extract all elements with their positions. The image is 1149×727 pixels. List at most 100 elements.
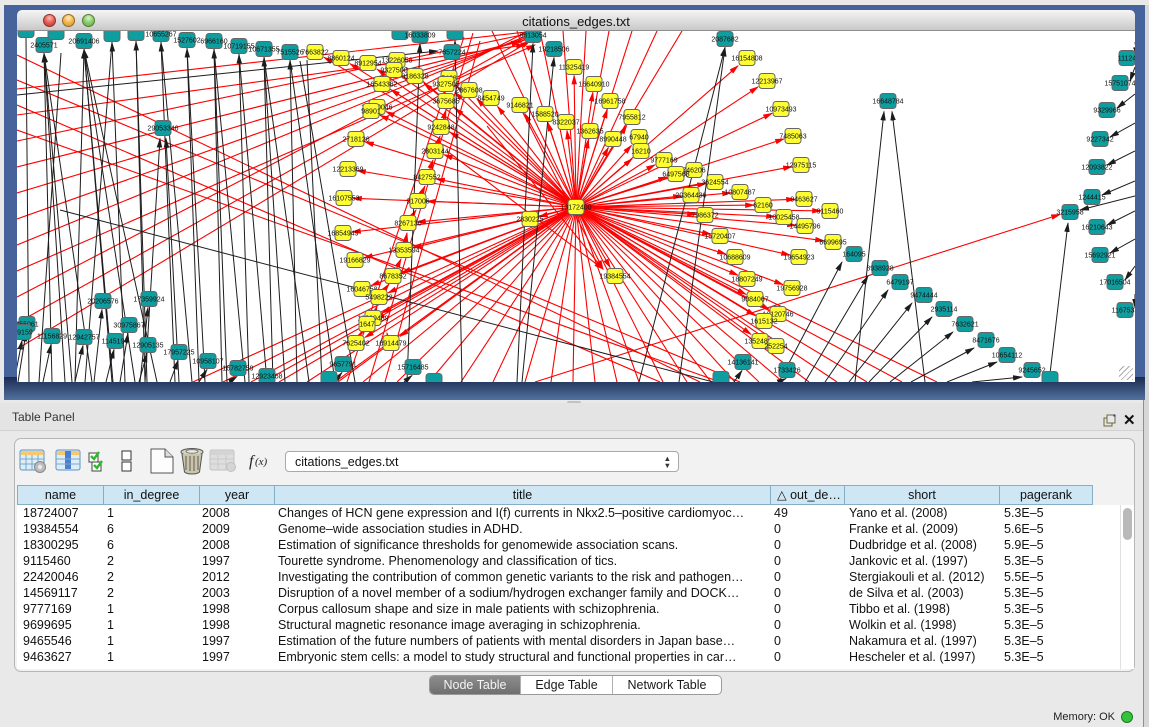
svg-text:10025458: 10025458 bbox=[768, 215, 799, 222]
svg-text:8990448: 8990448 bbox=[599, 137, 626, 144]
svg-text:12213369: 12213369 bbox=[332, 167, 363, 174]
svg-text:11124: 11124 bbox=[1118, 56, 1135, 63]
svg-text:1167533: 1167533 bbox=[1112, 308, 1135, 315]
svg-text:7986372: 7986372 bbox=[691, 213, 718, 220]
svg-text:9242848: 9242848 bbox=[427, 125, 454, 132]
svg-text:10958107: 10958107 bbox=[192, 359, 223, 366]
svg-text:9115460: 9115460 bbox=[817, 209, 844, 216]
svg-text:10654112: 10654112 bbox=[992, 353, 1023, 360]
svg-text:7857224: 7857224 bbox=[438, 50, 465, 57]
svg-text:19166829: 19166829 bbox=[339, 258, 370, 265]
svg-text:15720407: 15720407 bbox=[704, 234, 735, 241]
svg-text:15716485: 15716485 bbox=[397, 365, 428, 372]
svg-text:16782759: 16782759 bbox=[222, 366, 253, 373]
svg-text:10671355: 10671355 bbox=[248, 47, 279, 54]
svg-text:8912954: 8912954 bbox=[354, 61, 381, 68]
svg-text:2867608: 2867608 bbox=[455, 88, 482, 95]
svg-text:7515526: 7515526 bbox=[276, 50, 303, 57]
svg-text:19654923: 19654923 bbox=[783, 255, 814, 262]
svg-text:7632621: 7632621 bbox=[951, 322, 978, 329]
svg-text:8322037: 8322037 bbox=[552, 120, 579, 127]
svg-text:39159: 39159 bbox=[17, 330, 33, 337]
svg-text:7663822: 7663822 bbox=[301, 50, 328, 57]
svg-text:8267130: 8267130 bbox=[394, 221, 421, 228]
svg-text:10807487: 10807487 bbox=[724, 190, 755, 197]
svg-text:3675685: 3675685 bbox=[432, 99, 459, 106]
svg-text:12213967: 12213967 bbox=[751, 79, 782, 86]
svg-text:13172400: 13172400 bbox=[560, 205, 591, 212]
svg-text:16640910: 16640910 bbox=[578, 82, 609, 89]
svg-text:(x): (x) bbox=[255, 456, 268, 468]
svg-text:164095: 164095 bbox=[842, 252, 865, 259]
svg-text:8427552: 8427552 bbox=[413, 175, 440, 182]
svg-text:8454749: 8454749 bbox=[477, 96, 504, 103]
svg-text:2718126: 2718126 bbox=[342, 137, 369, 144]
svg-text:9146821: 9146821 bbox=[506, 103, 533, 110]
svg-text:16648784: 16648784 bbox=[872, 99, 903, 106]
svg-text:9084067: 9084067 bbox=[741, 297, 768, 304]
svg-text:29053346: 29053346 bbox=[147, 126, 178, 133]
svg-text:10688609: 10688609 bbox=[719, 255, 750, 262]
svg-text:1733426: 1733426 bbox=[773, 368, 800, 375]
svg-text:20206576: 20206576 bbox=[87, 299, 118, 306]
svg-text:7955812: 7955812 bbox=[618, 115, 645, 122]
svg-text:252254: 252254 bbox=[764, 344, 787, 351]
svg-text:15751074: 15751074 bbox=[1104, 81, 1135, 88]
svg-text:9227342: 9227342 bbox=[1086, 137, 1113, 144]
svg-text:10973493: 10973493 bbox=[765, 107, 796, 114]
svg-text:6497568: 6497568 bbox=[662, 172, 689, 179]
svg-text:9463627: 9463627 bbox=[790, 197, 817, 204]
svg-text:17359924: 17359924 bbox=[133, 297, 164, 304]
svg-text:12905135: 12905135 bbox=[132, 343, 163, 350]
svg-text:19756928: 19756928 bbox=[776, 286, 807, 293]
svg-text:8813054: 8813054 bbox=[519, 33, 546, 40]
svg-text:12093822: 12093822 bbox=[1081, 165, 1112, 172]
svg-text:30975867: 30975867 bbox=[113, 323, 144, 330]
svg-text:14136141: 14136141 bbox=[727, 360, 758, 367]
svg-text:16107553: 16107553 bbox=[328, 196, 359, 203]
svg-text:1362635: 1362635 bbox=[576, 129, 603, 136]
svg-text:2830225: 2830225 bbox=[516, 217, 543, 224]
svg-text:13353594: 13353594 bbox=[388, 248, 419, 255]
svg-text:9329966: 9329966 bbox=[1093, 108, 1120, 115]
svg-text:11156829: 11156829 bbox=[37, 334, 67, 341]
svg-text:16914479: 16914479 bbox=[375, 341, 406, 348]
svg-text:11325419: 11325419 bbox=[559, 65, 590, 72]
svg-text:8860124: 8860124 bbox=[327, 56, 354, 63]
svg-text:1588520: 1588520 bbox=[531, 112, 558, 119]
svg-text:8471676: 8471676 bbox=[972, 338, 999, 345]
svg-text:2803144: 2803144 bbox=[421, 149, 448, 156]
svg-text:12942757: 12942757 bbox=[68, 335, 99, 342]
svg-text:10655267: 10655267 bbox=[145, 32, 176, 39]
svg-text:16154808: 16154808 bbox=[731, 56, 762, 63]
svg-text:16961758: 16961758 bbox=[594, 99, 625, 106]
svg-text:8678352: 8678352 bbox=[379, 274, 406, 281]
svg-text:16033809: 16033809 bbox=[404, 33, 435, 40]
svg-text:20691406: 20691406 bbox=[68, 39, 99, 46]
svg-text:16210643: 16210643 bbox=[1081, 225, 1112, 232]
svg-text:1145194: 1145194 bbox=[102, 339, 129, 346]
svg-text:14495796: 14495796 bbox=[789, 224, 820, 231]
svg-text:17957225: 17957225 bbox=[163, 350, 194, 357]
svg-text:5498222: 5498222 bbox=[365, 295, 392, 302]
svg-text:2405571: 2405571 bbox=[30, 43, 57, 50]
svg-text:12923468: 12923468 bbox=[251, 374, 282, 381]
svg-text:17016504: 17016504 bbox=[1099, 280, 1130, 287]
svg-text:3215958: 3215958 bbox=[1056, 210, 1083, 217]
svg-text:8938928: 8938928 bbox=[866, 266, 893, 273]
svg-text:16543382: 16543382 bbox=[366, 82, 397, 89]
svg-text:3624554: 3624554 bbox=[701, 180, 728, 187]
svg-text:1527602: 1527602 bbox=[173, 38, 200, 45]
svg-text:2935114: 2935114 bbox=[931, 307, 958, 314]
svg-text:8699695: 8699695 bbox=[819, 240, 846, 247]
svg-text:18807249: 18807249 bbox=[731, 277, 762, 284]
svg-text:62160: 62160 bbox=[753, 203, 773, 210]
svg-text:917006: 917006 bbox=[406, 199, 429, 206]
svg-text:1615132: 1615132 bbox=[750, 319, 777, 326]
svg-text:67940: 67940 bbox=[629, 135, 649, 142]
svg-text:7485063: 7485063 bbox=[779, 134, 806, 141]
svg-text:19384554: 19384554 bbox=[599, 274, 630, 281]
svg-text:2087682: 2087682 bbox=[711, 37, 738, 44]
svg-text:9657791: 9657791 bbox=[329, 362, 356, 369]
svg-text:6479197: 6479197 bbox=[886, 280, 913, 287]
